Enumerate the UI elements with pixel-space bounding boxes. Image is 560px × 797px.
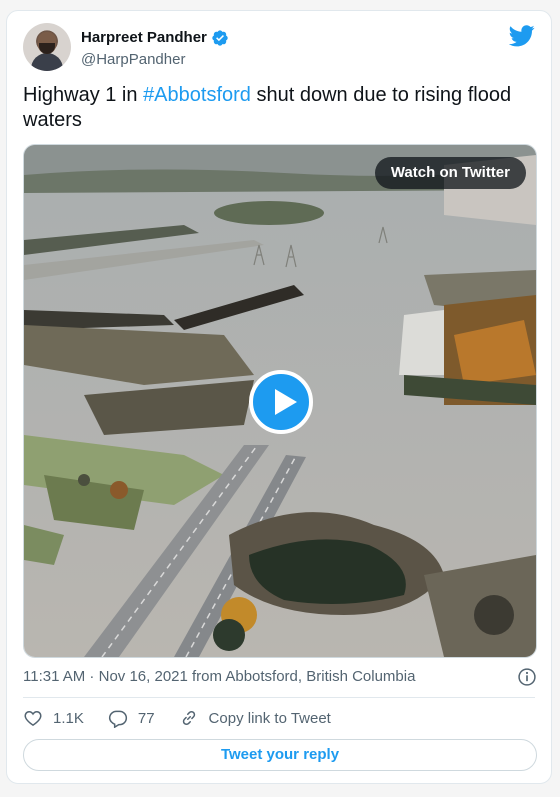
heart-icon	[24, 710, 42, 726]
reply-icon	[108, 710, 127, 728]
reply-count: 77	[137, 709, 155, 727]
like-count: 1.1K	[53, 709, 84, 727]
tweet-time[interactable]: 11:31 AM	[23, 668, 85, 685]
tweet-text: Highway 1 in #Abbotsford shut down due t…	[23, 83, 533, 133]
tweet-date[interactable]: Nov 16, 2021	[99, 668, 188, 685]
link-icon	[182, 710, 195, 726]
author-handle[interactable]: @HarpPandher	[81, 51, 229, 68]
tweet-header: Harpreet Pandher @HarpPandher	[23, 23, 535, 75]
video-thumbnail[interactable]: Watch on Twitter	[23, 144, 537, 658]
verified-badge-icon	[212, 30, 228, 46]
tweet-actions: 1.1K 77 Copy link to Tweet	[23, 706, 355, 730]
tweet-text-before: Highway 1 in	[23, 84, 144, 106]
reply-action[interactable]: 77	[108, 708, 155, 728]
play-icon	[275, 389, 297, 415]
copy-link-label: Copy link to Tweet	[208, 709, 331, 727]
tweet-your-reply-button[interactable]: Tweet your reply	[23, 739, 537, 771]
twitter-bird-icon[interactable]	[509, 25, 535, 47]
hashtag-link[interactable]: #Abbotsford	[143, 84, 251, 106]
tweet-timestamp[interactable]: 11:31 AM · Nov 16, 2021	[23, 668, 188, 685]
copy-link-action[interactable]: Copy link to Tweet	[179, 708, 331, 728]
tweet-meta: 11:31 AM · Nov 16, 2021 from Abbotsford,…	[23, 667, 537, 697]
display-name-text[interactable]: Harpreet Pandher	[81, 29, 207, 47]
watch-on-twitter-button[interactable]: Watch on Twitter	[374, 157, 526, 189]
divider	[23, 697, 535, 698]
tweet-card: Harpreet Pandher @HarpPandher Highway 1 …	[6, 10, 552, 784]
avatar-beard	[39, 43, 55, 54]
play-button[interactable]	[249, 370, 313, 434]
tweet-location: from Abbotsford, British Columbia	[187, 668, 416, 685]
author-display-name[interactable]: Harpreet Pandher	[81, 29, 229, 47]
like-action[interactable]: 1.1K	[23, 708, 84, 728]
info-icon[interactable]	[517, 667, 537, 687]
avatar[interactable]	[23, 23, 71, 71]
author-names: Harpreet Pandher @HarpPandher	[81, 29, 229, 68]
meta-separator: ·	[85, 668, 99, 685]
avatar-shoulders	[31, 53, 63, 71]
